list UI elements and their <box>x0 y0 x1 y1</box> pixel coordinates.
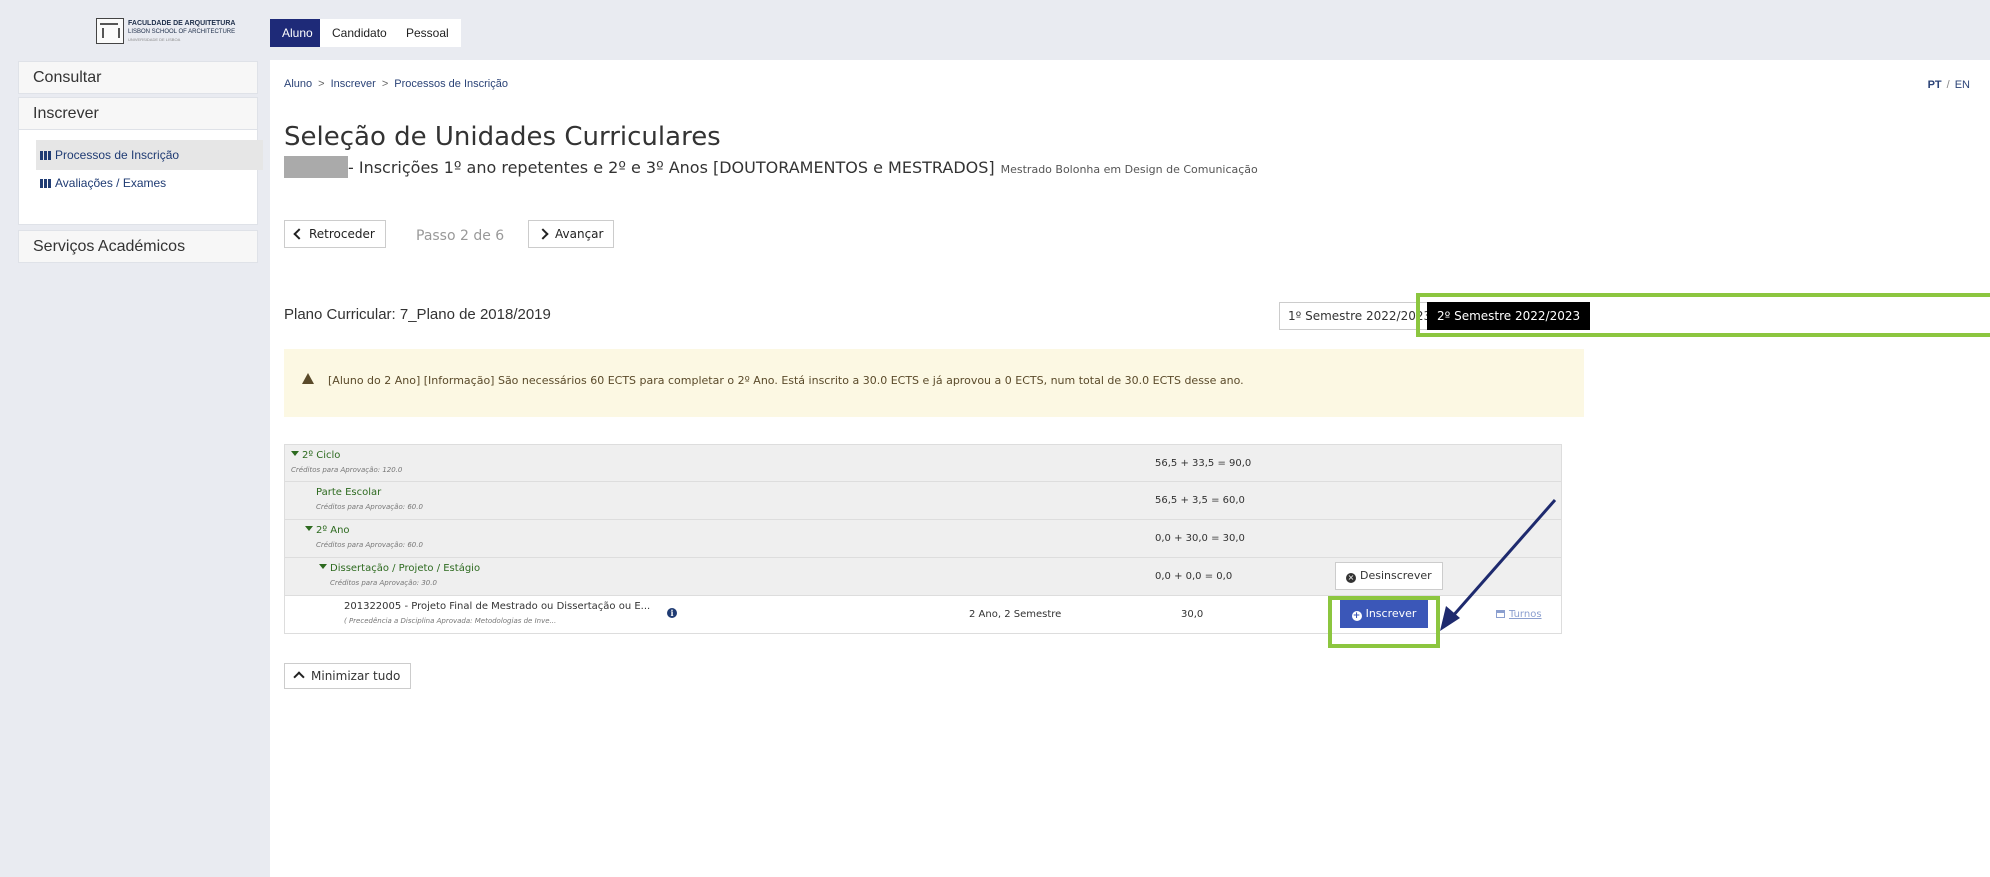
turnos-label: Turnos <box>1509 609 1542 620</box>
row-name: 2º Ano <box>305 525 350 536</box>
avancar-label: Avançar <box>555 227 604 241</box>
row-name-text: 2º Ciclo <box>302 450 341 461</box>
grid-icon <box>40 151 51 160</box>
highlight-box-semester <box>1416 293 1990 337</box>
triangle-down-icon <box>319 564 327 569</box>
minimizar-tudo-button[interactable]: Minimizar tudo <box>284 663 412 689</box>
breadcrumb-processos[interactable]: Processos de Inscrição <box>394 78 508 90</box>
info-alert: [Aluno do 2 Ano] [Informação] São necess… <box>284 349 1584 417</box>
sidebar-consultar-label: Consultar <box>33 69 102 86</box>
lang-en[interactable]: EN <box>1955 79 1970 91</box>
chevron-left-icon <box>293 228 305 240</box>
logo-line-2: LISBON SCHOOL OF ARCHITECTURE <box>128 29 236 35</box>
calendar-icon <box>1496 610 1505 618</box>
row-credits: 56,5 + 33,5 = 90,0 <box>1155 458 1252 469</box>
triangle-down-icon <box>291 451 299 456</box>
avancar-button[interactable]: Avançar <box>528 220 615 248</box>
breadcrumb-separator: > <box>318 78 325 90</box>
sidebar-item-processos-inscricao[interactable]: Processos de Inscrição <box>36 140 263 170</box>
left-sidebar: FACULDADE DE ARQUITETURA LISBON SCHOOL O… <box>0 0 270 877</box>
breadcrumb-separator: > <box>381 78 389 90</box>
sidebar-section-inscrever[interactable]: Inscrever <box>18 97 258 130</box>
sidebar-inscrever-label: Inscrever <box>33 105 99 122</box>
row-name: Parte Escolar <box>316 487 382 498</box>
page-title: Seleção de Unidades Curriculares <box>284 122 721 152</box>
retroceder-button[interactable]: Retroceder <box>284 220 386 248</box>
info-icon[interactable]: i <box>667 608 677 618</box>
row-credits-required: Créditos para Aprovação: 30.0 <box>330 579 437 587</box>
lang-pt[interactable]: PT <box>1928 79 1942 91</box>
row-name: Dissertação / Projeto / Estágio <box>319 563 480 574</box>
logo-line-1: FACULDADE DE ARQUITETURA <box>128 20 236 27</box>
page-subtitle: - Inscrições 1º ano repetentes e 2º e 3º… <box>284 156 1258 178</box>
sidebar-section-servicos-academicos[interactable]: Serviços Académicos <box>18 230 258 263</box>
subtitle-text: - Inscrições 1º ano repetentes e 2º e 3º… <box>348 158 995 177</box>
tab-candidato[interactable]: Candidato <box>320 19 399 47</box>
row-credits-required: Créditos para Aprovação: 120.0 <box>291 466 403 474</box>
chevron-right-icon <box>537 228 549 240</box>
logo-line-3: UNIVERSIDADE DE LISBOA <box>128 37 181 42</box>
retroceder-label: Retroceder <box>309 227 375 241</box>
row-credits-required: Créditos para Aprovação: 60.0 <box>316 541 423 549</box>
desinscrever-label: Desinscrever <box>1360 569 1432 582</box>
course-precedence: ( Precedência a Disciplina Aprovada: Met… <box>344 617 557 625</box>
lang-separator: / <box>1946 79 1950 91</box>
table-row[interactable]: 2º Ano Créditos para Aprovação: 60.0 0,0… <box>284 520 1562 558</box>
close-circle-icon: × <box>1346 573 1356 583</box>
turnos-link[interactable]: Turnos <box>1496 609 1542 620</box>
row-credits: 0,0 + 30,0 = 30,0 <box>1155 533 1245 544</box>
course-year-semester: 2 Ano, 2 Semestre <box>969 609 1062 620</box>
tab-aluno[interactable]: Aluno <box>270 19 325 47</box>
alert-text: [Aluno do 2 Ano] [Informação] São necess… <box>328 374 1244 387</box>
top-tab-bar: Aluno Candidato Pessoal <box>270 0 1990 60</box>
warning-icon <box>302 373 314 384</box>
main-content: Aluno > Inscrever > Processos de Inscrição P… <box>270 60 1990 877</box>
course-ects: 30,0 <box>1181 609 1204 620</box>
breadcrumb: Aluno > Inscrever > Processos de Inscrição <box>284 78 508 90</box>
row-credits: 56,5 + 3,5 = 60,0 <box>1155 495 1245 506</box>
tab-pessoal[interactable]: Pessoal <box>394 19 461 47</box>
breadcrumb-aluno[interactable]: Aluno <box>284 78 312 90</box>
step-indicator: Passo 2 de 6 <box>416 228 505 244</box>
highlight-box-inscrever <box>1328 596 1440 648</box>
course-name: Mestrado Bolonha em Design de Comunicaçã… <box>1000 163 1258 176</box>
sidebar-inscrever-submenu: Processos de Inscrição Avaliações / Exam… <box>18 129 263 225</box>
table-row[interactable]: Dissertação / Projeto / Estágio Créditos… <box>284 558 1562 596</box>
row-credits-required: Créditos para Aprovação: 60.0 <box>316 503 423 511</box>
sidebar-item-avaliacoes-exames[interactable]: Avaliações / Exames <box>36 170 243 196</box>
sidebar-section-consultar[interactable]: Consultar <box>18 61 258 94</box>
desinscrever-button[interactable]: × Desinscrever <box>1335 562 1443 590</box>
faculty-logo[interactable]: FACULDADE DE ARQUITETURA LISBON SCHOOL O… <box>96 18 256 48</box>
chevron-up-icon <box>293 671 305 683</box>
sidebar-item-label: Avaliações / Exames <box>55 176 167 190</box>
minimizar-label: Minimizar tudo <box>311 669 401 683</box>
breadcrumb-inscrever[interactable]: Inscrever <box>331 78 376 90</box>
sidebar-item-label: Processos de Inscrição <box>55 148 180 162</box>
redacted-block <box>284 156 348 178</box>
plano-curricular-label: Plano Curricular: 7_Plano de 2018/2019 <box>284 306 551 323</box>
building-icon <box>96 18 124 44</box>
grid-icon <box>40 179 51 188</box>
sidebar-servicos-label: Serviços Académicos <box>33 238 186 255</box>
row-credits: 0,0 + 0,0 = 0,0 <box>1155 571 1233 582</box>
language-switcher: PT / EN <box>1928 79 1970 91</box>
row-name-text: Dissertação / Projeto / Estágio <box>330 563 481 574</box>
row-name-text: 2º Ano <box>316 525 350 536</box>
triangle-down-icon <box>305 526 313 531</box>
row-name: 2º Ciclo <box>291 450 340 461</box>
table-row[interactable]: 2º Ciclo Créditos para Aprovação: 120.0 … <box>284 444 1562 482</box>
course-name[interactable]: 201322005 - Projeto Final de Mestrado ou… <box>344 601 650 612</box>
table-row[interactable]: Parte Escolar Créditos para Aprovação: 6… <box>284 482 1562 520</box>
